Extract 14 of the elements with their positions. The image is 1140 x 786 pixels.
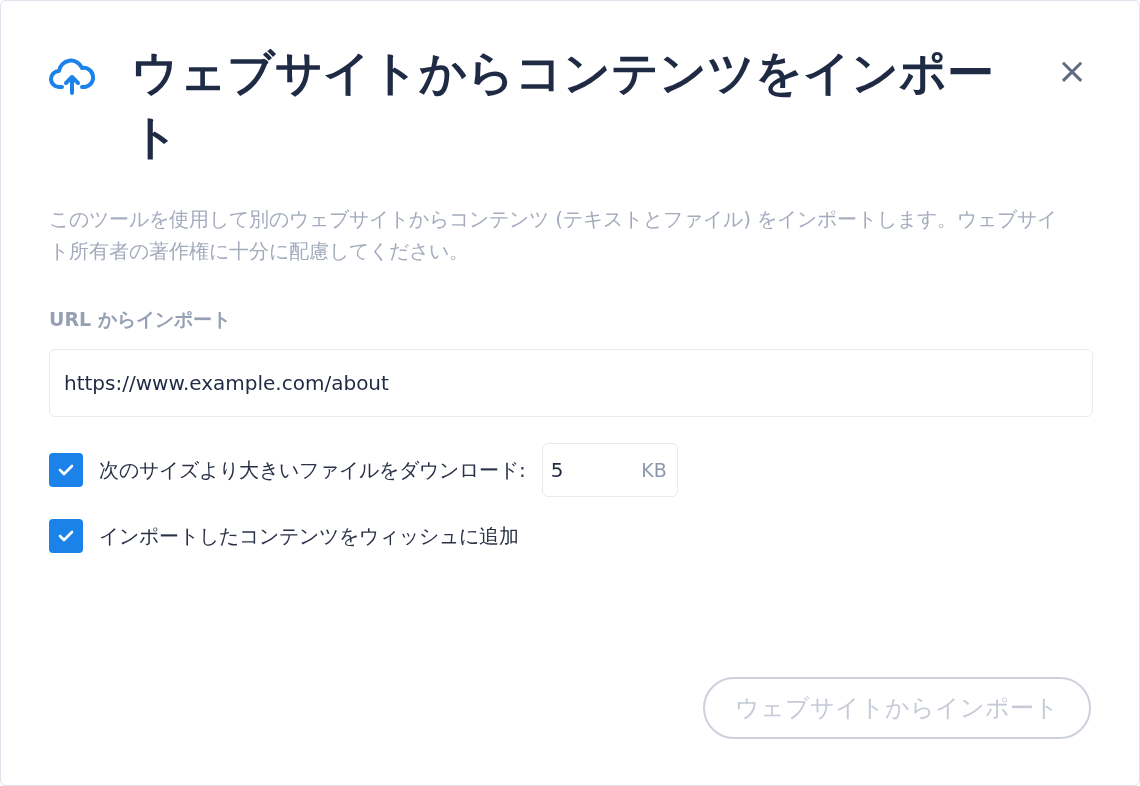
check-icon: [57, 529, 75, 543]
checkbox[interactable]: [49, 453, 83, 487]
url-input-field[interactable]: https://www.example.com/about: [49, 349, 1093, 417]
cloud-upload-icon: [49, 57, 95, 97]
checkbox[interactable]: [49, 519, 83, 553]
unit-label: KB: [641, 459, 667, 481]
option-label: インポートしたコンテンツをウィッシュに追加: [99, 522, 519, 550]
description-text: このツールを使用して別のウェブサイトからコンテンツ (テキストとファイル) をインポートします。ウェブサイト所有者の著作権に十分に配慮してください。: [49, 206, 1059, 265]
close-button[interactable]: ×: [1057, 51, 1088, 91]
check-icon: [57, 463, 75, 477]
option-label: 次のサイズより大きいファイルをダウンロード:: [99, 456, 526, 484]
size-input-field[interactable]: 5 KB: [541, 443, 678, 497]
dialog-title: ウェブサイトからコンテンツをインポート: [131, 44, 995, 166]
field-label: URL からインポート: [49, 307, 232, 332]
